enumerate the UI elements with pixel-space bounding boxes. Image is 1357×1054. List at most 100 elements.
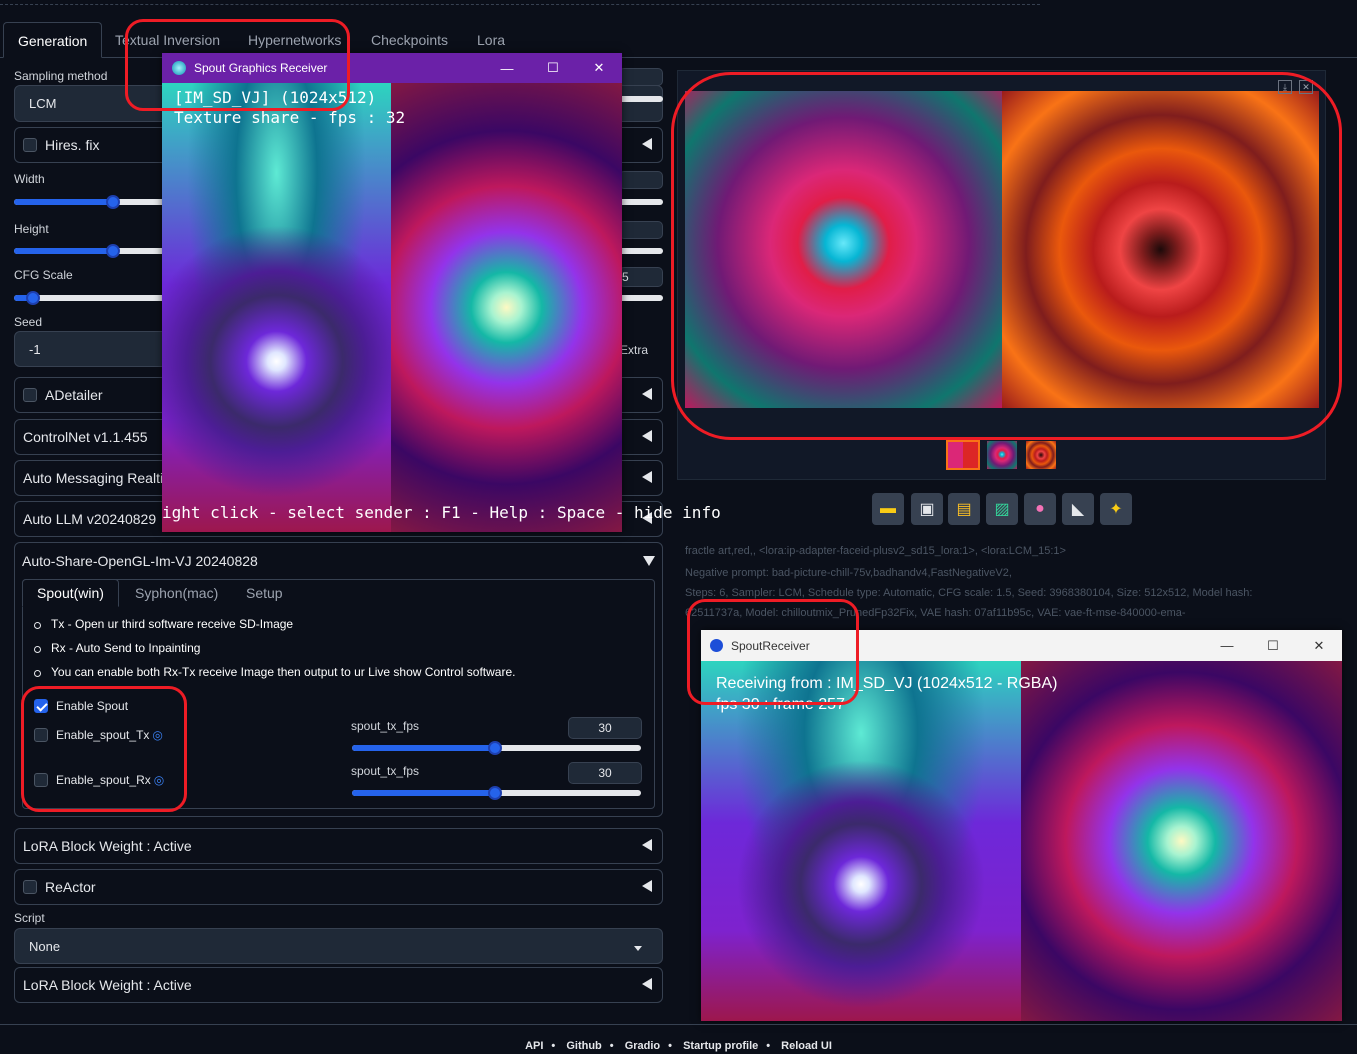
cfg-scale-slider-handle[interactable]	[26, 291, 40, 305]
zip-icon[interactable]: ▤	[948, 493, 980, 525]
close-icon[interactable]: ✕	[1299, 80, 1313, 94]
thumbnail-grid[interactable]	[946, 440, 980, 470]
bullet-tx: Tx - Open ur third software receive SD-I…	[34, 617, 293, 631]
steps-slider[interactable]	[619, 96, 663, 102]
collapse-arrow-icon	[642, 839, 652, 851]
seed-value: -1	[29, 341, 41, 357]
minimize-icon[interactable]: —	[484, 53, 530, 83]
result-image-2[interactable]	[1002, 91, 1319, 408]
enable-spout-rx-checkbox[interactable]	[34, 773, 48, 787]
enable-spout-label: Enable Spout	[56, 699, 129, 713]
collapse-arrow-icon	[642, 430, 652, 442]
info-icon: ◎	[152, 728, 163, 742]
image-icon[interactable]: ▨	[986, 493, 1018, 525]
sampling-method-value: LCM	[29, 96, 57, 111]
height-slider-handle[interactable]	[106, 244, 120, 258]
save-icon[interactable]: ▣	[911, 493, 943, 525]
bullet-tx-text: Tx - Open ur third software receive SD-I…	[51, 617, 294, 631]
steps-number[interactable]	[619, 68, 663, 86]
enable-spout-checkbox[interactable]	[34, 699, 48, 713]
close-icon[interactable]: ✕	[1296, 630, 1342, 661]
enable-spout-tx-row[interactable]: Enable_spout_Tx ◎	[34, 728, 163, 742]
palette-icon[interactable]: ●	[1024, 493, 1056, 525]
subtab-setup[interactable]: Setup	[246, 585, 283, 601]
maximize-icon[interactable]: ☐	[1250, 630, 1296, 661]
spout-window-titlebar[interactable]: Spout Graphics Receiver — ☐ ✕	[162, 53, 622, 83]
lora-block-weight-label: LoRA Block Weight : Active	[23, 838, 192, 854]
adetailer-label: ADetailer	[45, 387, 103, 403]
minimize-icon[interactable]: —	[1204, 630, 1250, 661]
auto-share-title[interactable]: Auto-Share-OpenGL-Im-VJ 20240828	[22, 553, 258, 569]
footer-gradio-link[interactable]: Gradio	[625, 1040, 660, 1052]
subtab-spout-win[interactable]: Spout(win)	[22, 579, 119, 607]
maximize-icon[interactable]: ☐	[530, 53, 576, 83]
enable-spout-row[interactable]: Enable Spout	[34, 699, 128, 713]
spout-sender-name: [IM_SD_VJ] (1024x512)	[174, 88, 377, 107]
cfg-scale-label: CFG Scale	[14, 268, 73, 282]
script-value: None	[29, 938, 61, 954]
footer-github-link[interactable]: Github	[566, 1040, 601, 1052]
footer-links: API • Github • Gradio • Startup profile • Re…	[525, 1040, 832, 1052]
spout-fps-text: Texture share - fps : 32	[174, 108, 406, 127]
rx-fps-slider-handle[interactable]	[488, 786, 502, 800]
footer-reload-ui-link[interactable]: Reload UI	[781, 1040, 832, 1052]
footer-api-link[interactable]: API	[525, 1040, 543, 1052]
lora-block-weight-label-2: LoRA Block Weight : Active	[23, 977, 192, 993]
enable-spout-tx-checkbox[interactable]	[34, 728, 48, 742]
lora-block-weight-accordion[interactable]: LoRA Block Weight : Active	[14, 828, 663, 864]
hires-fix-checkbox[interactable]	[23, 138, 37, 152]
spout-frame-right	[391, 83, 622, 532]
footer-startup-profile-link[interactable]: Startup profile	[683, 1040, 758, 1052]
bullet-rx-text: Rx - Auto Send to Inpainting	[51, 641, 201, 655]
generation-info-line-1: fractle art,red,, <lora:ip-adapter-facei…	[685, 545, 1066, 557]
folder-icon[interactable]: ▬	[872, 493, 904, 525]
width-label: Width	[14, 172, 45, 186]
receiver-fps-text: fps 30 : frame 257	[716, 696, 845, 713]
ruler-icon[interactable]: ◣	[1062, 493, 1094, 525]
enable-spout-tx-label: Enable_spout_Tx	[56, 728, 150, 742]
enable-spout-rx-row[interactable]: Enable_spout_Rx ◎	[34, 773, 164, 787]
rx-fps-slider[interactable]	[352, 786, 641, 800]
tx-fps-slider[interactable]	[352, 741, 641, 755]
download-icon[interactable]: ⤓	[1278, 80, 1292, 94]
thumbnail-2[interactable]	[1026, 441, 1056, 469]
reactor-checkbox[interactable]	[23, 880, 37, 894]
subtab-syphon-mac[interactable]: Syphon(mac)	[135, 585, 218, 601]
height-label: Height	[14, 222, 49, 236]
auto-messaging-label: Auto Messaging Realtim	[23, 470, 175, 486]
spout-graphics-receiver-window: Spout Graphics Receiver — ☐ ✕ [IM_SD_VJ]…	[162, 53, 721, 532]
cfg-scale-value: 5	[622, 270, 629, 284]
close-icon[interactable]: ✕	[576, 53, 622, 83]
tx-fps-label: spout_tx_fps	[351, 719, 420, 733]
sparkle-icon[interactable]: ✦	[1100, 493, 1132, 525]
result-image-1[interactable]	[685, 91, 1002, 408]
auto-llm-label: Auto LLM v20240829	[23, 511, 157, 527]
height-number[interactable]	[619, 221, 663, 239]
width-number[interactable]	[619, 171, 663, 189]
collapse-arrow-icon	[642, 388, 652, 400]
adetailer-checkbox[interactable]	[23, 388, 37, 402]
tx-fps-value: 30	[598, 721, 612, 735]
cfg-scale-number[interactable]: 5	[619, 267, 663, 287]
collapse-arrow-icon	[642, 978, 652, 990]
spout-window-title: Spout Graphics Receiver	[194, 61, 328, 75]
footer-divider	[0, 1024, 1357, 1025]
script-select[interactable]: None	[14, 928, 663, 964]
tx-fps-slider-handle[interactable]	[488, 741, 502, 755]
reactor-accordion[interactable]: ReActor	[14, 869, 663, 905]
receiver-window-titlebar[interactable]: SpoutReceiver — ☐ ✕	[701, 630, 1342, 661]
tab-generation[interactable]: Generation	[3, 22, 103, 58]
collapse-arrow-icon	[642, 471, 652, 483]
width-slider-handle[interactable]	[106, 195, 120, 209]
lora-block-weight-accordion-2[interactable]: LoRA Block Weight : Active	[14, 967, 663, 1003]
extra-label[interactable]: Extra	[620, 343, 648, 357]
bullet-both: You can enable both Rx-Tx receive Image …	[34, 665, 515, 679]
reactor-label: ReActor	[45, 879, 96, 895]
generation-info-line-4: 62511737a, Model: chilloutmix_PrunedFp32…	[685, 607, 1186, 619]
spout-receiver-window: SpoutReceiver — ☐ ✕ Receiving from : IM_…	[701, 630, 1342, 1021]
seed-label: Seed	[14, 315, 43, 329]
rx-fps-number[interactable]: 30	[568, 762, 642, 784]
collapse-arrow-icon	[642, 880, 652, 892]
tx-fps-number[interactable]: 30	[568, 717, 642, 739]
thumbnail-1[interactable]	[987, 441, 1017, 469]
